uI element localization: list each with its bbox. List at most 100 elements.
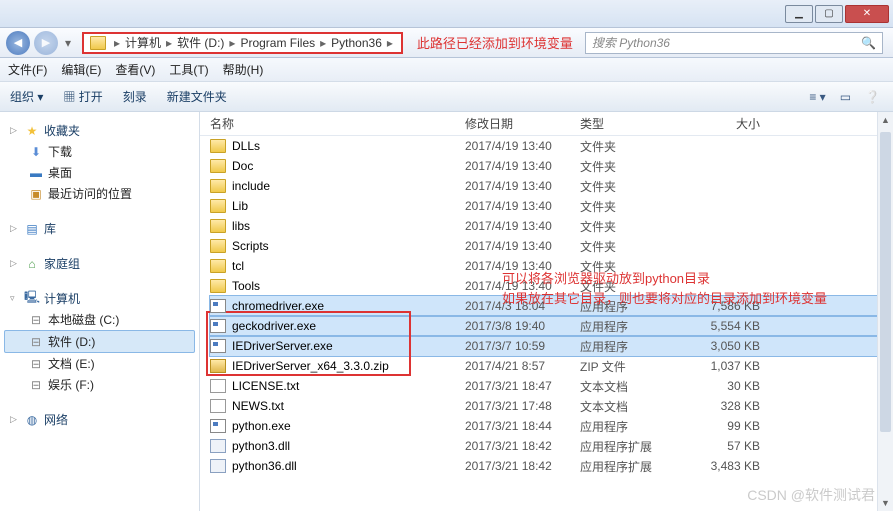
forward-button[interactable]: ▶	[34, 31, 58, 55]
file-date: 2017/3/7 10:59	[465, 339, 580, 353]
minimize-button[interactable]: ▁	[785, 5, 813, 23]
file-date: 2017/3/21 18:42	[465, 439, 580, 453]
folder-icon	[210, 279, 226, 293]
file-row[interactable]: NEWS.txt2017/3/21 17:48文本文档328 KB	[210, 396, 893, 416]
column-size[interactable]: 大小	[690, 115, 780, 132]
file-name: LICENSE.txt	[232, 379, 299, 393]
sidebar-item-disk-d[interactable]: ⊟软件 (D:)	[4, 330, 195, 353]
back-button[interactable]: ◀	[6, 31, 30, 55]
sidebar-item-disk-f[interactable]: ⊟娱乐 (F:)	[4, 374, 195, 395]
sidebar-favorites[interactable]: ▷★收藏夹	[4, 120, 195, 141]
help-icon[interactable]: ❔	[862, 90, 883, 104]
crumb-python36[interactable]: Python36	[328, 36, 385, 50]
file-name: geckodriver.exe	[232, 319, 316, 333]
file-type: 文件夹	[580, 178, 690, 195]
file-row[interactable]: include2017/4/19 13:40文件夹	[210, 176, 893, 196]
sidebar-item-disk-c[interactable]: ⊟本地磁盘 (C:)	[4, 309, 195, 330]
vertical-scrollbar[interactable]: ▲ ▼	[877, 112, 893, 511]
folder-icon	[210, 239, 226, 253]
file-row[interactable]: Lib2017/4/19 13:40文件夹	[210, 196, 893, 216]
disk-icon: ⊟	[28, 313, 44, 327]
newfolder-button[interactable]: 新建文件夹	[167, 88, 227, 105]
file-row[interactable]: python36.dll2017/3/21 18:42应用程序扩展3,483 K…	[210, 456, 893, 476]
sidebar-network[interactable]: ▷◍网络	[4, 409, 195, 430]
menu-edit[interactable]: 编辑(E)	[61, 61, 101, 78]
close-button[interactable]: ✕	[845, 5, 889, 23]
folder-icon	[210, 159, 226, 173]
crumb-computer[interactable]: 计算机	[122, 34, 164, 51]
file-date: 2017/3/21 17:48	[465, 399, 580, 413]
exe-icon	[210, 419, 226, 433]
search-placeholder: 搜索 Python36	[592, 34, 670, 51]
txt-icon	[210, 379, 226, 393]
menu-bar: 文件(F) 编辑(E) 查看(V) 工具(T) 帮助(H)	[0, 58, 893, 82]
search-icon[interactable]: 🔍	[861, 36, 876, 50]
file-row[interactable]: Tools2017/4/19 13:40文件夹	[210, 276, 893, 296]
sidebar-item-recent[interactable]: ▣最近访问的位置	[4, 183, 195, 204]
file-type: 应用程序	[580, 418, 690, 435]
file-name: NEWS.txt	[232, 399, 284, 413]
sidebar-item-downloads[interactable]: ⬇下载	[4, 141, 195, 162]
file-date: 2017/4/19 13:40	[465, 179, 580, 193]
column-headers: 名称 修改日期 类型 大小	[200, 112, 893, 136]
file-row[interactable]: libs2017/4/19 13:40文件夹	[210, 216, 893, 236]
main-area: ▷★收藏夹 ⬇下载 ▬桌面 ▣最近访问的位置 ▷▤库 ▷⌂家庭组 ▿🖳计算机 ⊟…	[0, 112, 893, 511]
file-row[interactable]: python.exe2017/3/21 18:44应用程序99 KB	[210, 416, 893, 436]
column-type[interactable]: 类型	[580, 115, 690, 132]
history-dropdown[interactable]: ▾	[62, 36, 74, 50]
star-icon: ★	[24, 124, 40, 138]
crumb-arrow-icon[interactable]: ▸	[164, 36, 174, 50]
search-input[interactable]: 搜索 Python36 🔍	[585, 32, 883, 54]
breadcrumb[interactable]: ▸ 计算机 ▸ 软件 (D:) ▸ Program Files ▸ Python…	[82, 32, 403, 54]
sidebar-computer[interactable]: ▿🖳计算机	[4, 288, 195, 309]
file-type: 应用程序	[580, 298, 690, 315]
file-row[interactable]: IEDriverServer_x64_3.3.0.zip2017/4/21 8:…	[210, 356, 893, 376]
crumb-arrow-icon[interactable]: ▸	[318, 36, 328, 50]
file-size: 5,554 KB	[690, 319, 780, 333]
organize-button[interactable]: 组织 ▾	[10, 88, 43, 105]
scroll-up-arrow[interactable]: ▲	[878, 112, 893, 128]
file-size: 57 KB	[690, 439, 780, 453]
menu-tools[interactable]: 工具(T)	[169, 61, 208, 78]
crumb-arrow-icon[interactable]: ▸	[385, 36, 395, 50]
file-row[interactable]: tcl2017/4/19 13:40文件夹	[210, 256, 893, 276]
scroll-thumb[interactable]	[880, 132, 891, 432]
crumb-arrow-icon[interactable]: ▸	[112, 36, 122, 50]
crumb-drive[interactable]: 软件 (D:)	[174, 34, 227, 51]
menu-file[interactable]: 文件(F)	[8, 61, 47, 78]
burn-button[interactable]: 刻录	[123, 88, 147, 105]
sidebar-libraries[interactable]: ▷▤库	[4, 218, 195, 239]
file-row[interactable]: chromedriver.exe2017/4/3 18:04应用程序7,586 …	[210, 296, 893, 316]
sidebar-homegroup[interactable]: ▷⌂家庭组	[4, 253, 195, 274]
recent-icon: ▣	[28, 187, 44, 201]
file-type: 文件夹	[580, 138, 690, 155]
column-name[interactable]: 名称	[210, 115, 465, 132]
file-row[interactable]: python3.dll2017/3/21 18:42应用程序扩展57 KB	[210, 436, 893, 456]
column-date[interactable]: 修改日期	[465, 115, 580, 132]
file-date: 2017/4/3 18:04	[465, 299, 580, 313]
file-row[interactable]: LICENSE.txt2017/3/21 18:47文本文档30 KB	[210, 376, 893, 396]
sidebar-item-disk-e[interactable]: ⊟文档 (E:)	[4, 353, 195, 374]
view-mode-button[interactable]: ≡ ▾	[806, 90, 828, 104]
sidebar-item-desktop[interactable]: ▬桌面	[4, 162, 195, 183]
disk-icon: ⊟	[28, 357, 44, 371]
maximize-button[interactable]: ▢	[815, 5, 843, 23]
download-icon: ⬇	[28, 145, 44, 159]
scroll-down-arrow[interactable]: ▼	[878, 495, 893, 511]
file-row[interactable]: DLLs2017/4/19 13:40文件夹	[210, 136, 893, 156]
crumb-programfiles[interactable]: Program Files	[237, 36, 318, 50]
txt-icon	[210, 399, 226, 413]
file-row[interactable]: Doc2017/4/19 13:40文件夹	[210, 156, 893, 176]
file-type: 文件夹	[580, 238, 690, 255]
file-date: 2017/4/19 13:40	[465, 259, 580, 273]
preview-pane-button[interactable]: ▭	[837, 90, 854, 104]
file-row[interactable]: Scripts2017/4/19 13:40文件夹	[210, 236, 893, 256]
menu-help[interactable]: 帮助(H)	[223, 61, 264, 78]
menu-view[interactable]: 查看(V)	[115, 61, 155, 78]
file-row[interactable]: IEDriverServer.exe2017/3/7 10:59应用程序3,05…	[210, 336, 893, 356]
dll-icon	[210, 459, 226, 473]
crumb-arrow-icon[interactable]: ▸	[227, 36, 237, 50]
file-name: libs	[232, 219, 250, 233]
open-button[interactable]: ▦ 打开	[63, 88, 102, 105]
file-row[interactable]: geckodriver.exe2017/3/8 19:40应用程序5,554 K…	[210, 316, 893, 336]
